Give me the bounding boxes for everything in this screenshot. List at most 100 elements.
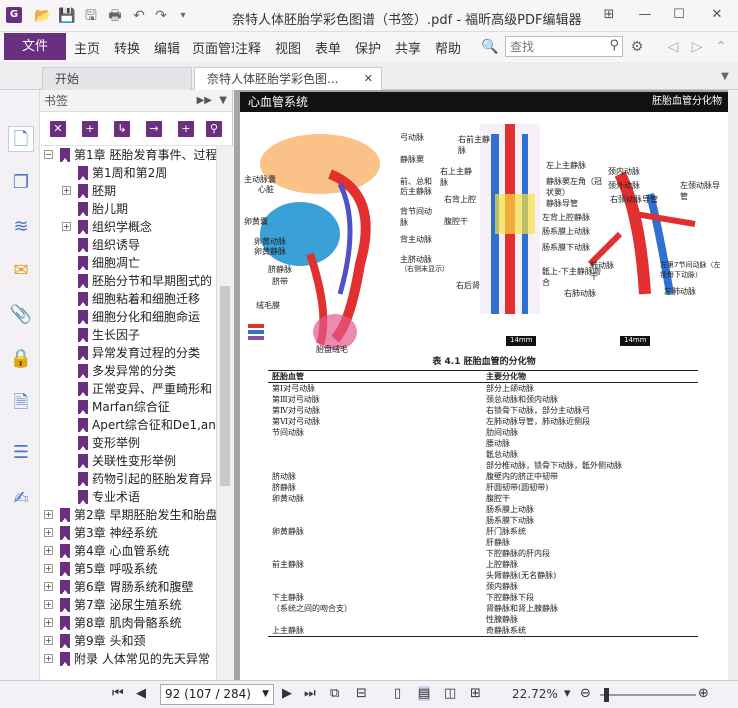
content-icon[interactable]: ☰ xyxy=(8,440,34,466)
bookmark-scroll-thumb[interactable] xyxy=(220,286,230,486)
next-page-icon[interactable]: ▶ xyxy=(282,686,292,701)
settings-icon[interactable]: ⚙ xyxy=(628,38,646,56)
zoom-dropdown-icon[interactable]: ▾ xyxy=(564,686,571,701)
search-icon[interactable]: ⚲ xyxy=(609,38,619,53)
delete-bookmark-icon[interactable]: ✕ xyxy=(50,121,66,137)
tab-start[interactable]: 开始 xyxy=(42,67,192,90)
expand-icon[interactable]: + xyxy=(44,546,53,555)
fit-width-icon[interactable]: ⊟ xyxy=(356,686,367,701)
add-bookmark-icon[interactable]: + xyxy=(82,121,98,137)
page-dropdown-icon[interactable]: ▼ xyxy=(262,685,269,704)
expand-icon[interactable]: + xyxy=(44,528,53,537)
table-cell-vessel: 下主静脉 xyxy=(272,593,304,602)
page-thumbnails-icon[interactable]: ❐ xyxy=(8,170,34,196)
table-cell-vessel: 第Ⅳ对弓动脉 xyxy=(272,406,320,415)
tab-document[interactable]: 奈特人体胚胎学彩色图... ✕ xyxy=(194,67,382,90)
maximize-button[interactable]: ☐ xyxy=(666,4,692,26)
expand-icon[interactable]: + xyxy=(44,636,53,645)
panel-collapse-icon[interactable]: ▶▶ xyxy=(197,90,212,112)
save-icon[interactable]: 💾 xyxy=(58,7,76,25)
bookmark-panel-icon[interactable]: 🗋 xyxy=(8,126,34,152)
collapse-ribbon-icon[interactable]: ⌃ xyxy=(712,38,730,56)
new-bookmark-icon[interactable]: + xyxy=(178,121,194,137)
document-view[interactable]: 心血管系统 胚胎血管分化物 弓动脉 静脉窦 前、总和 后主静脉 主动脉囊 心脏 … xyxy=(234,90,738,680)
previous-page-icon[interactable]: ◀ xyxy=(136,686,146,701)
continuous-page-icon[interactable]: ▤ xyxy=(418,686,431,701)
page-header-left: 心血管系统 xyxy=(248,95,309,109)
first-page-icon[interactable]: ⏮ xyxy=(112,686,124,701)
menu-share[interactable]: 共享 xyxy=(395,38,421,57)
back-icon[interactable]: ◁ xyxy=(664,38,682,56)
search-tool-icon[interactable]: 🔍 xyxy=(481,38,499,56)
signature-icon[interactable]: ✍ xyxy=(8,486,34,512)
bookmark-icon xyxy=(78,310,88,324)
panel-options-icon[interactable]: ▼ xyxy=(219,90,227,112)
table-cell-derivative: 肋间动脉 xyxy=(486,428,518,437)
expand-icon[interactable]: + xyxy=(62,186,71,195)
table-cell-derivative: 肾静脉和肾上腺静脉 xyxy=(486,604,558,613)
redo-icon[interactable]: ↷ xyxy=(152,7,170,25)
menu-comment[interactable]: 注释 xyxy=(235,38,261,57)
document-properties-icon[interactable]: 🗎 xyxy=(8,390,34,416)
menu-edit[interactable]: 编辑 xyxy=(154,38,180,57)
forward-icon[interactable]: ▷ xyxy=(688,38,706,56)
fit-page-icon[interactable]: ⧉ xyxy=(330,686,339,701)
expand-icon[interactable]: + xyxy=(44,582,53,591)
tab-document-label: 奈特人体胚胎学彩色图... xyxy=(207,72,339,86)
bookmark-goto-icon[interactable]: → xyxy=(146,121,162,137)
zoom-slider[interactable] xyxy=(600,694,696,696)
menu-convert[interactable]: 转换 xyxy=(114,38,140,57)
file-menu[interactable]: 文件 xyxy=(4,33,66,60)
zoom-in-icon[interactable]: ⊕ xyxy=(698,686,709,701)
bookmark-label: 第4章 心血管系统 xyxy=(74,544,170,558)
security-icon[interactable]: 🔒 xyxy=(8,346,34,372)
print-icon[interactable]: 🖶 xyxy=(106,7,124,25)
open-icon[interactable]: 📂 xyxy=(34,7,52,25)
search-box[interactable]: ⚲ xyxy=(505,36,623,57)
last-page-icon[interactable]: ⏭ xyxy=(304,686,316,701)
tab-close-icon[interactable]: ✕ xyxy=(364,68,373,90)
expand-icon[interactable]: + xyxy=(44,564,53,573)
facing-page-icon[interactable]: ◫ xyxy=(444,686,456,701)
bookmark-panel-title: 书签 xyxy=(44,94,69,108)
page-number-field[interactable]: 92 (107 / 284) ▼ xyxy=(160,684,274,705)
search-input[interactable] xyxy=(506,37,600,56)
expand-icon[interactable]: + xyxy=(44,618,53,627)
table-cell-derivative: 部分上颌动脉 xyxy=(486,384,534,393)
minimize-button[interactable]: — xyxy=(632,4,658,26)
label-celiac-trunk: 腹腔干 xyxy=(444,217,468,226)
table-row: 上主静脉 奇静脉系统 xyxy=(268,625,698,636)
single-page-icon[interactable]: ▯ xyxy=(394,686,401,701)
attachments-icon[interactable]: 📎 xyxy=(8,302,34,328)
bookmark-icon xyxy=(60,508,70,522)
document-scrollbar[interactable] xyxy=(728,90,738,680)
continuous-facing-icon[interactable]: ⊞ xyxy=(470,686,481,701)
app-icon[interactable]: G xyxy=(6,7,22,23)
tab-list-icon[interactable]: ▼ xyxy=(716,68,734,86)
menu-page-manage[interactable]: 页面管理 xyxy=(192,38,234,57)
zoom-slider-thumb[interactable] xyxy=(604,688,609,702)
save-as-icon[interactable]: 🖫 xyxy=(82,7,100,25)
undo-icon[interactable]: ↶ xyxy=(130,7,148,25)
expand-icon[interactable]: + xyxy=(44,654,53,663)
table-cell-derivative: 肝静脉 xyxy=(486,538,510,547)
expand-icon[interactable]: + xyxy=(44,510,53,519)
add-child-bookmark-icon[interactable]: ↳ xyxy=(114,121,130,137)
expand-icon[interactable]: + xyxy=(62,222,71,231)
bookmark-icon xyxy=(60,580,70,594)
menu-view[interactable]: 视图 xyxy=(275,38,301,57)
menu-home[interactable]: 主页 xyxy=(74,38,100,57)
menu-help[interactable]: 帮助 xyxy=(435,38,461,57)
zoom-out-icon[interactable]: ⊖ xyxy=(580,686,591,701)
menu-protect[interactable]: 保护 xyxy=(355,38,381,57)
layers-icon[interactable]: ≋ xyxy=(8,214,34,240)
bookmark-search-icon[interactable]: ⚲ xyxy=(206,121,222,137)
expand-icon[interactable]: + xyxy=(44,600,53,609)
comments-icon[interactable]: ✉ xyxy=(8,258,34,284)
bookmark-scrollbar[interactable] xyxy=(216,146,233,680)
collapse-icon[interactable]: − xyxy=(44,150,53,159)
customize-icon[interactable]: ▾ xyxy=(174,7,192,25)
menu-form[interactable]: 表单 xyxy=(315,38,341,57)
close-button[interactable]: ✕ xyxy=(704,4,730,26)
app-store-icon[interactable]: ⊞ xyxy=(596,4,622,26)
